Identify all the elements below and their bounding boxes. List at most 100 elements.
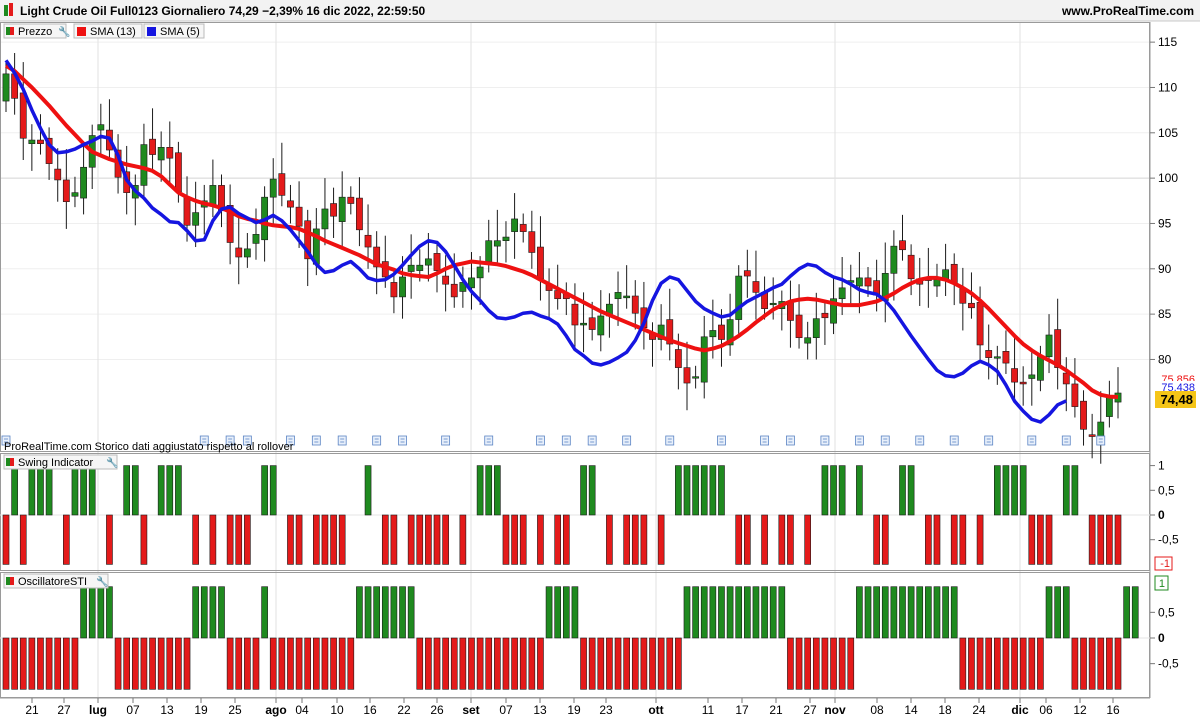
bar-positive: [261, 586, 268, 639]
candle-body: [97, 124, 105, 131]
time-label: 13: [160, 703, 174, 717]
candle-body: [502, 236, 510, 241]
bar-negative: [821, 637, 829, 690]
bar-positive: [890, 586, 898, 639]
bar-positive: [28, 465, 36, 516]
bar-negative: [252, 637, 260, 690]
bar-negative: [511, 637, 518, 690]
candle-body: [424, 258, 432, 266]
bar-positive: [752, 586, 760, 639]
time-label: 16: [363, 703, 377, 717]
bar-positive: [1123, 586, 1130, 639]
price-tick-label: 90: [1158, 262, 1172, 276]
legend-sma5[interactable]: SMA (5): [143, 23, 205, 39]
candle-body: [804, 337, 812, 344]
candle-body: [269, 178, 277, 198]
candle-body: [330, 203, 337, 217]
legend-sma5-label: SMA (5): [160, 26, 200, 38]
bar-negative: [131, 637, 139, 690]
bar-positive: [261, 465, 268, 516]
bar-negative: [11, 637, 18, 690]
candle-body: [1071, 383, 1079, 407]
bar-negative: [597, 637, 605, 690]
candle-body: [399, 276, 406, 298]
bar-positive: [761, 586, 768, 639]
candle-body: [71, 192, 79, 197]
bar-positive: [373, 586, 380, 639]
price-legend: Prezzo 🔧 SMA (13) SMA (5): [3, 23, 205, 39]
bar-positive: [1019, 465, 1027, 516]
event-icon: [311, 435, 321, 446]
bar-negative: [287, 637, 294, 690]
site-url[interactable]: www.ProRealTime.com: [1061, 4, 1194, 18]
bar-negative: [580, 637, 587, 690]
swing-legend[interactable]: Swing Indicator 🔧: [3, 454, 118, 470]
bar-negative: [959, 514, 967, 565]
bar-negative: [313, 637, 320, 690]
bar-negative: [209, 514, 217, 565]
time-label: 23: [599, 703, 613, 717]
event-icon: [1096, 435, 1106, 446]
time-label: 24: [972, 703, 986, 717]
event-icon: [880, 435, 890, 446]
legend-sma13[interactable]: SMA (13): [73, 23, 143, 39]
candle-body: [390, 282, 398, 298]
candle-body: [287, 200, 294, 208]
legend-prezzo[interactable]: Prezzo 🔧: [3, 23, 70, 39]
bar-negative: [106, 514, 113, 565]
bar-positive: [1002, 465, 1010, 516]
chart-canvas[interactable]: Light Crude Oil Full0123 Giornaliero 74,…: [0, 0, 1200, 720]
bar-negative: [235, 514, 243, 565]
time-label: 07: [126, 703, 140, 717]
bar-negative: [123, 637, 130, 690]
event-icon: [760, 435, 769, 446]
bar-negative: [183, 637, 191, 690]
bar-positive: [571, 586, 579, 639]
candle-body: [485, 240, 493, 262]
candle-body: [295, 206, 303, 227]
bar-negative: [985, 637, 993, 690]
bar-negative: [623, 637, 630, 690]
bar-positive: [933, 586, 941, 639]
bar-negative: [1045, 514, 1053, 565]
bar-negative: [330, 514, 337, 565]
bar-positive: [769, 586, 777, 639]
bar-negative: [381, 514, 389, 565]
time-label: 11: [702, 703, 715, 717]
event-icon: [1061, 435, 1071, 446]
bar-positive: [71, 465, 79, 516]
candle-body: [907, 254, 915, 280]
bar-negative: [881, 514, 889, 565]
bar-positive: [494, 465, 501, 516]
wrench-icon[interactable]: 🔧: [106, 456, 118, 469]
bar-negative: [1114, 637, 1122, 690]
bar-negative: [614, 637, 622, 690]
bar-positive: [675, 465, 682, 516]
candle-body: [493, 240, 501, 247]
candle-body: [735, 275, 743, 320]
sti-legend[interactable]: OscillatoreSTI 🔧: [3, 573, 109, 589]
bar-negative: [425, 637, 432, 690]
event-icon: [786, 435, 795, 446]
bar-positive: [399, 586, 406, 639]
bar-positive: [899, 586, 906, 639]
bar-negative: [537, 514, 544, 565]
bar-negative: [830, 637, 837, 690]
candle-body: [1028, 374, 1036, 379]
candle-body: [571, 303, 579, 326]
bar-negative: [2, 514, 10, 565]
bar-negative: [149, 637, 156, 690]
wrench-icon[interactable]: 🔧: [58, 25, 70, 38]
bar-negative: [640, 637, 648, 690]
bar-negative: [433, 637, 441, 690]
bar-positive: [1054, 586, 1061, 639]
candle-body: [674, 349, 682, 368]
bar-positive: [709, 465, 717, 516]
bar-positive: [925, 586, 932, 639]
candle-body: [795, 314, 803, 339]
event-icon: [665, 435, 675, 446]
wrench-icon[interactable]: 🔧: [96, 575, 108, 588]
bar-negative: [1106, 637, 1113, 690]
price-tick-label: 95: [1158, 216, 1172, 230]
bar-positive: [718, 465, 725, 516]
